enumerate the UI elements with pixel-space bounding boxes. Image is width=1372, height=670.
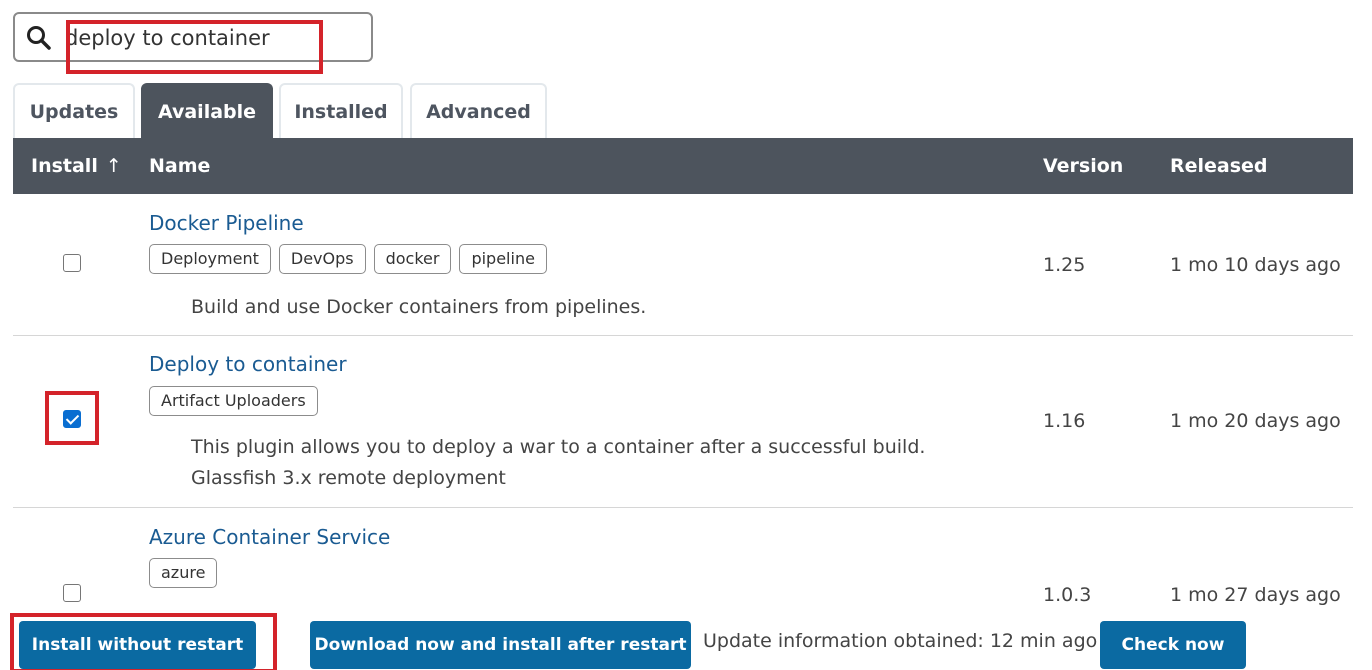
tag[interactable]: azure xyxy=(149,558,218,588)
plugin-name-link[interactable]: Azure Container Service xyxy=(149,525,390,549)
plugin-table: Install ↑ Name Version Released Docker Pi… xyxy=(13,138,1353,606)
tag[interactable]: Artifact Uploaders xyxy=(149,386,318,416)
plugin-released: 1 mo 10 days ago xyxy=(1170,254,1341,276)
tag-list: azure xyxy=(149,558,218,588)
tag[interactable]: DevOps xyxy=(278,244,366,274)
plugin-name-link[interactable]: Deploy to container xyxy=(149,352,347,376)
plugin-description: This plugin allows you to deploy a war t… xyxy=(191,436,926,489)
plugin-name-link[interactable]: Docker Pipeline xyxy=(149,211,304,235)
plugin-released: 1 mo 27 days ago xyxy=(1170,584,1341,606)
header-version[interactable]: Version xyxy=(1043,138,1123,194)
install-without-restart-button[interactable]: Install without restart xyxy=(19,621,256,669)
tag-list: Deployment DevOps docker pipeline xyxy=(149,244,547,274)
search-box[interactable] xyxy=(13,12,373,74)
install-checkbox[interactable] xyxy=(63,584,81,602)
search-icon xyxy=(27,26,51,50)
tab-updates[interactable]: Updates xyxy=(13,83,135,138)
update-info-text: Update information obtained: 12 min ago xyxy=(703,630,1098,652)
table-row: Deploy to container Artifact Uploaders T… xyxy=(13,336,1353,508)
tag[interactable]: docker xyxy=(373,244,452,274)
install-checkbox[interactable] xyxy=(63,254,81,272)
table-row: Docker Pipeline Deployment DevOps docker… xyxy=(13,194,1353,336)
plugin-description: Build and use Docker containers from pip… xyxy=(191,296,647,318)
table-header: Install ↑ Name Version Released xyxy=(13,138,1353,194)
search-input[interactable] xyxy=(65,19,365,57)
plugin-version: 1.0.3 xyxy=(1043,584,1092,606)
tab-available[interactable]: Available xyxy=(141,83,273,138)
check-now-button[interactable]: Check now xyxy=(1100,621,1246,669)
tag-list: Artifact Uploaders xyxy=(149,386,318,416)
bottom-action-bar: Install without restart Download now and… xyxy=(0,608,1372,670)
plugin-version: 1.16 xyxy=(1043,410,1086,432)
header-name[interactable]: Name xyxy=(149,138,210,194)
tag[interactable]: Deployment xyxy=(149,244,271,274)
plugin-released: 1 mo 20 days ago xyxy=(1170,410,1341,432)
plugin-version: 1.25 xyxy=(1043,254,1086,276)
header-install[interactable]: Install ↑ xyxy=(31,138,122,194)
sort-arrow-icon: ↑ xyxy=(105,155,122,177)
plugin-manager-page: Updates Available Installed Advanced Ins… xyxy=(0,0,1372,670)
tab-installed[interactable]: Installed xyxy=(279,83,403,138)
tag[interactable]: pipeline xyxy=(459,244,547,274)
tab-advanced[interactable]: Advanced xyxy=(410,83,547,138)
header-released[interactable]: Released xyxy=(1170,138,1268,194)
download-install-after-restart-button[interactable]: Download now and install after restart xyxy=(310,621,691,669)
install-checkbox[interactable] xyxy=(63,410,81,428)
